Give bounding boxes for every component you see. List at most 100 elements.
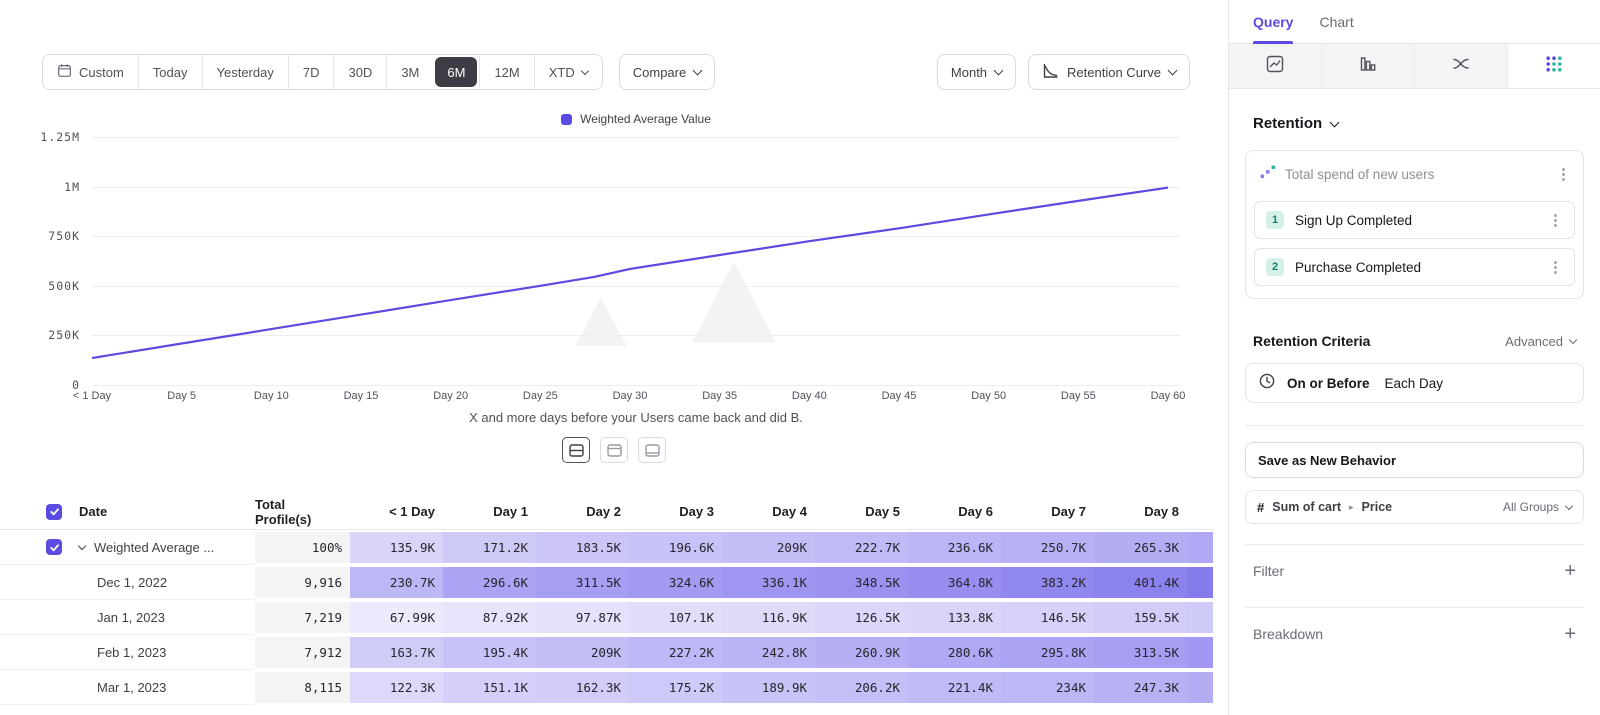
range-yesterday-button[interactable]: Yesterday	[202, 55, 288, 89]
value-cell[interactable]: 364.8K	[908, 565, 1001, 600]
row-total-cell: 7,912	[255, 635, 350, 670]
save-as-new-behavior-label: Save as New Behavior	[1258, 453, 1396, 468]
select-all-checkbox[interactable]	[46, 504, 62, 520]
value-cell[interactable]: 242.8K	[722, 635, 815, 670]
value-cell[interactable]: 265.3K	[1094, 530, 1187, 565]
value-cell[interactable]: 126.5K	[815, 600, 908, 635]
value-cell[interactable]: 196.6K	[629, 530, 722, 565]
value-cell[interactable]: 206.2K	[815, 670, 908, 705]
chart-type-dropdown[interactable]: Retention Curve	[1028, 54, 1190, 90]
add-breakdown-button[interactable]: +	[1564, 624, 1576, 644]
value-cell[interactable]: 146.5K	[1001, 600, 1094, 635]
table-header-row: DateTotal Profile(s)< 1 DayDay 1Day 2Day…	[0, 494, 1213, 530]
value-cell[interactable]: 227.2K	[629, 635, 722, 670]
range-30d-button[interactable]: 30D	[333, 55, 386, 89]
value-cell[interactable]: 133.8K	[908, 600, 1001, 635]
toolbar-right: Month Retention Curve	[937, 54, 1190, 90]
chevron-down-icon	[1569, 335, 1577, 343]
report-type-retention[interactable]	[1508, 44, 1600, 88]
value-cell[interactable]: 222.7K	[815, 530, 908, 565]
metric-row[interactable]: # Sum of cart ▸ Price All Groups	[1245, 490, 1584, 524]
value-cell[interactable]: 401.4K	[1094, 565, 1187, 600]
value-cell[interactable]: 195.4K	[443, 635, 536, 670]
report-type-insights[interactable]	[1229, 44, 1322, 88]
value-cell[interactable]: 97.87K	[536, 600, 629, 635]
value-cell[interactable]: 336.1K	[722, 565, 815, 600]
value-cell[interactable]: 122.3K	[350, 670, 443, 705]
value-cell[interactable]: 250.7K	[1001, 530, 1094, 565]
value-cell[interactable]: 135.9K	[350, 530, 443, 565]
retention-section-toggle[interactable]: Retention	[1253, 115, 1584, 132]
value-cell[interactable]: 159.5K	[1094, 600, 1187, 635]
range-xtd-button[interactable]: XTD	[534, 55, 602, 89]
report-type-flows[interactable]	[1415, 44, 1508, 88]
value-cell[interactable]: 151.1K	[443, 670, 536, 705]
value-cell[interactable]: 383.2K	[1001, 565, 1094, 600]
value-cell[interactable]: 183.5K	[536, 530, 629, 565]
value-cell[interactable]: 175.2K	[629, 670, 722, 705]
y-axis-labels: 0250K500K750K1M1.25M	[0, 137, 80, 385]
value-cell[interactable]: 247.3K	[1094, 670, 1187, 705]
retention-criteria-label: Retention Criteria	[1253, 333, 1505, 349]
layout-top-band-button[interactable]	[600, 437, 628, 463]
row-select-cell	[0, 530, 75, 565]
value-cell[interactable]: 234K	[1001, 670, 1094, 705]
report-type-funnel[interactable]	[1322, 44, 1415, 88]
overflow-value-cell	[1187, 635, 1213, 670]
criteria-condition-row[interactable]: On or Before Each Day	[1245, 363, 1584, 403]
range-7d-button[interactable]: 7D	[288, 55, 334, 89]
value-cell[interactable]: 209K	[722, 530, 815, 565]
column-header-day: Day 1	[443, 494, 536, 529]
tab-query[interactable]: Query	[1253, 0, 1293, 43]
row-label: Dec 1, 2022	[97, 575, 167, 590]
divider	[1245, 425, 1584, 426]
x-tick-label: Day 10	[231, 390, 311, 402]
value-cell[interactable]: 171.2K	[443, 530, 536, 565]
value-cell[interactable]: 295.8K	[1001, 635, 1094, 670]
overflow-value-cell	[1187, 670, 1213, 705]
value-cell[interactable]: 209K	[536, 635, 629, 670]
value-cell[interactable]: 189.9K	[722, 670, 815, 705]
layout-single-pane-button[interactable]	[638, 437, 666, 463]
value-cell[interactable]: 280.6K	[908, 635, 1001, 670]
tab-chart[interactable]: Chart	[1319, 0, 1353, 43]
value-cell[interactable]: 348.5K	[815, 565, 908, 600]
range-label: Today	[153, 65, 188, 80]
retention-chart[interactable]	[92, 137, 1180, 385]
layout-split-rows-button[interactable]	[562, 437, 590, 463]
value-cell[interactable]: 163.7K	[350, 635, 443, 670]
value-cell[interactable]: 324.6K	[629, 565, 722, 600]
granularity-dropdown[interactable]: Month	[937, 54, 1016, 90]
x-tick-label: Day 5	[142, 390, 222, 402]
step-label: Purchase Completed	[1295, 260, 1537, 275]
value-cell[interactable]: 221.4K	[908, 670, 1001, 705]
value-cell[interactable]: 230.7K	[350, 565, 443, 600]
range-12m-button[interactable]: 12M	[479, 55, 533, 89]
range-6m-button[interactable]: 6M	[435, 57, 477, 87]
expand-chevron-icon[interactable]	[78, 541, 86, 549]
value-cell[interactable]: 311.5K	[536, 565, 629, 600]
value-cell[interactable]: 67.99K	[350, 600, 443, 635]
range-custom-button[interactable]: Custom	[43, 55, 138, 89]
advanced-mode-dropdown[interactable]: Advanced	[1505, 334, 1576, 349]
value-cell[interactable]: 296.6K	[443, 565, 536, 600]
range-3m-button[interactable]: 3M	[386, 55, 433, 89]
value-cell[interactable]: 260.9K	[815, 635, 908, 670]
value-cell[interactable]: 116.9K	[722, 600, 815, 635]
add-filter-button[interactable]: +	[1564, 561, 1576, 581]
all-groups-dropdown[interactable]: All Groups	[1503, 500, 1572, 514]
value-cell[interactable]: 107.1K	[629, 600, 722, 635]
value-cell[interactable]: 162.3K	[536, 670, 629, 705]
row-checkbox[interactable]	[46, 539, 62, 555]
behavior-step[interactable]: 1Sign Up Completed⋮	[1254, 201, 1575, 239]
value-cell[interactable]: 87.92K	[443, 600, 536, 635]
value-cell[interactable]: 236.6K	[908, 530, 1001, 565]
save-as-new-behavior-button[interactable]: Save as New Behavior	[1245, 442, 1584, 478]
kebab-menu-icon[interactable]: ⋮	[1548, 260, 1563, 275]
kebab-menu-icon[interactable]: ⋮	[1556, 167, 1571, 182]
compare-button[interactable]: Compare	[619, 54, 715, 90]
value-cell[interactable]: 313.5K	[1094, 635, 1187, 670]
kebab-menu-icon[interactable]: ⋮	[1548, 213, 1563, 228]
range-today-button[interactable]: Today	[138, 55, 202, 89]
behavior-step[interactable]: 2Purchase Completed⋮	[1254, 248, 1575, 286]
